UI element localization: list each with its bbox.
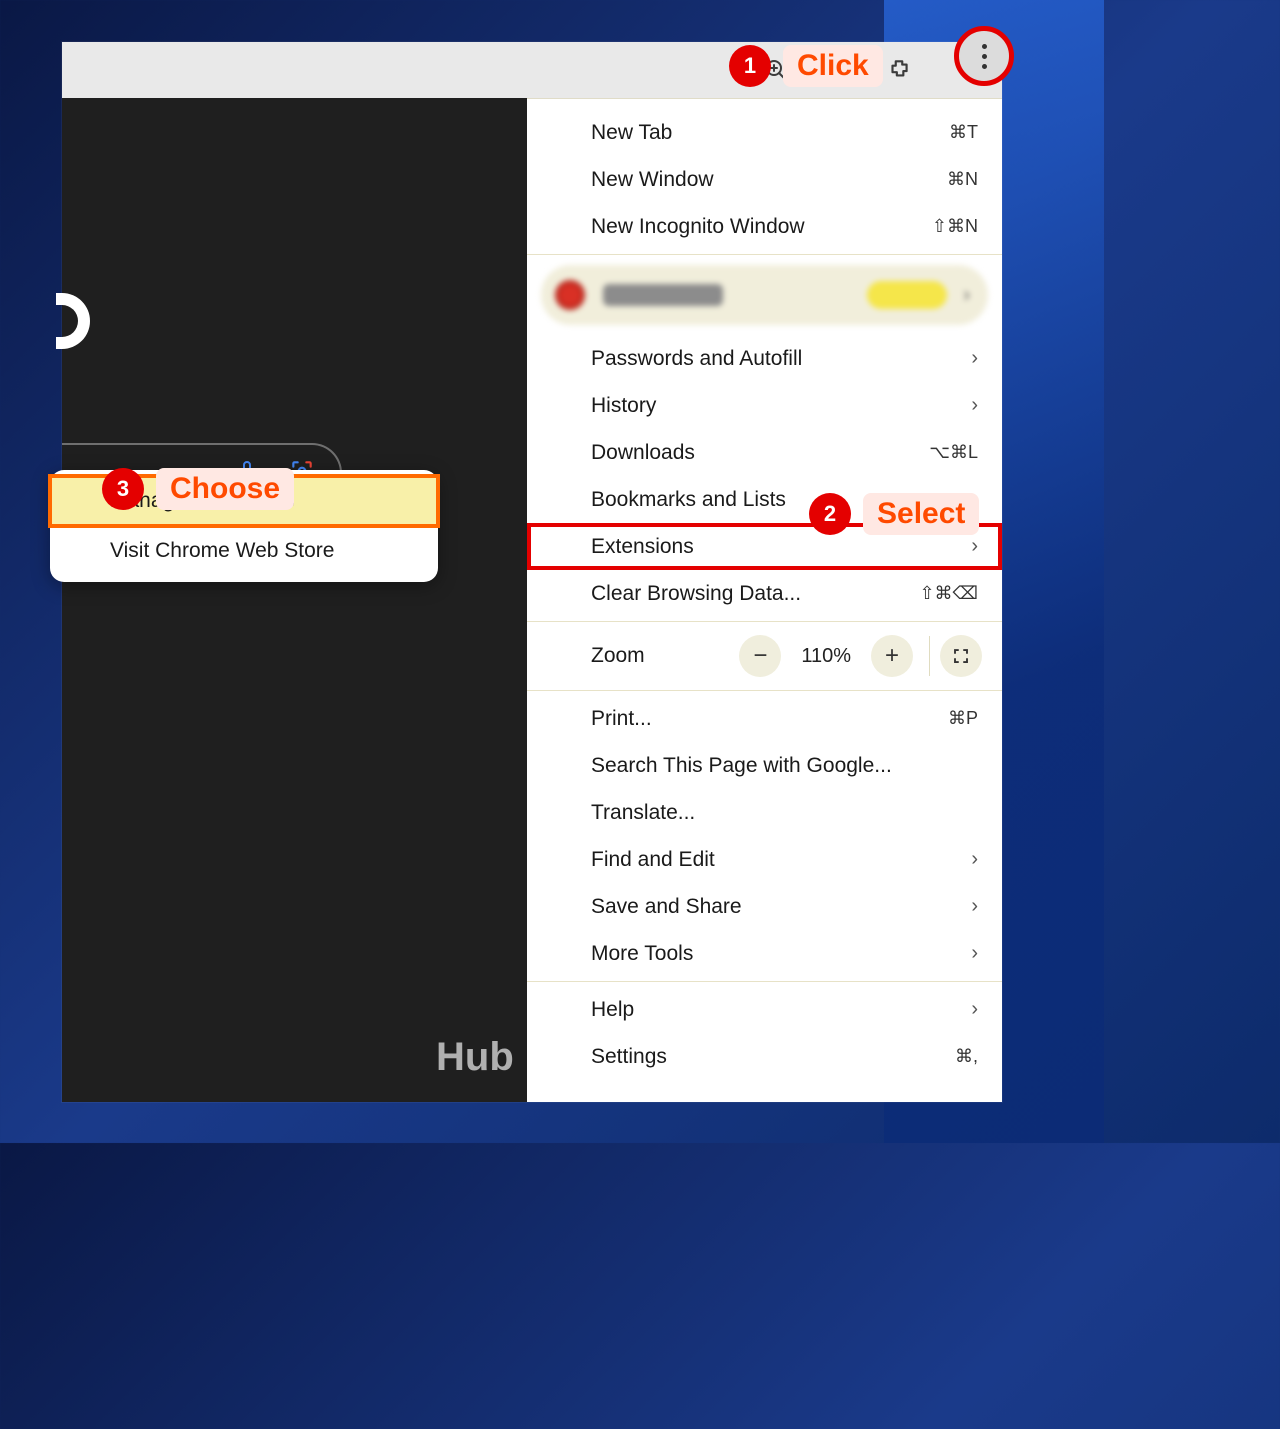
menu-separator (527, 254, 1002, 255)
menu-label: History (591, 394, 971, 418)
menu-label: Extensions (591, 535, 971, 559)
callout-text: Click (783, 45, 883, 87)
menu-translate[interactable]: Translate... (527, 789, 1002, 836)
callout-number: 1 (729, 45, 771, 87)
google-icon (551, 755, 591, 777)
menu-label: Print... (591, 707, 948, 731)
menu-new-window[interactable]: New Window ⌘N (527, 156, 1002, 203)
menu-label: Passwords and Autofill (591, 347, 971, 371)
profile-badge-blurred (867, 281, 947, 309)
menu-separator (527, 621, 1002, 622)
zoom-label: Zoom (591, 644, 645, 668)
extensions-icon (551, 536, 591, 558)
menu-shortcut: ⌘, (955, 1046, 978, 1067)
menu-label: Clear Browsing Data... (591, 582, 919, 606)
menu-settings[interactable]: Settings ⌘, (527, 1033, 1002, 1080)
menu-clear-data[interactable]: Clear Browsing Data... ⇧⌘⌫ (527, 570, 1002, 617)
menu-shortcut: ⌘P (948, 708, 978, 729)
menu-label: Save and Share (591, 895, 971, 919)
zoom-in-button[interactable]: + (871, 635, 913, 677)
menu-label: Search This Page with Google... (591, 754, 978, 778)
menu-find-edit[interactable]: Find and Edit › (527, 836, 1002, 883)
download-icon (551, 442, 591, 464)
menu-search-google[interactable]: Search This Page with Google... (527, 742, 1002, 789)
profile-name-blurred (603, 284, 723, 306)
menu-label: Find and Edit (591, 848, 971, 872)
menu-label: New Window (591, 168, 947, 192)
menu-incognito[interactable]: New Incognito Window ⇧⌘N (527, 203, 1002, 250)
profile-row[interactable]: › (541, 265, 988, 325)
zoom-icon (551, 642, 591, 670)
menu-new-tab[interactable]: New Tab ⌘T (527, 109, 1002, 156)
print-icon (551, 708, 591, 730)
menu-shortcut: ⌥⌘L (929, 442, 978, 463)
chevron-right-icon: › (971, 895, 978, 918)
incognito-icon (551, 216, 591, 238)
menu-passwords[interactable]: Passwords and Autofill › (527, 335, 1002, 382)
chevron-right-icon: › (971, 942, 978, 965)
menu-label: New Tab (591, 121, 949, 145)
fullscreen-button[interactable] (940, 635, 982, 677)
toolbox-icon (551, 943, 591, 965)
web-store-icon (70, 537, 110, 565)
divider (929, 636, 930, 676)
tab-icon (551, 122, 591, 144)
chevron-right-icon: › (971, 347, 978, 370)
menu-label: Translate... (591, 801, 978, 825)
menu-history[interactable]: History › (527, 382, 1002, 429)
translate-icon (551, 802, 591, 824)
menu-save-share[interactable]: Save and Share › (527, 883, 1002, 930)
logo-fragment (56, 293, 90, 349)
menu-zoom: Zoom − 110% + (527, 626, 1002, 686)
menu-label: Settings (591, 1045, 955, 1069)
more-menu-button[interactable] (954, 26, 1014, 86)
star-icon (551, 489, 591, 511)
gear-icon (551, 1046, 591, 1068)
find-icon (551, 849, 591, 871)
chevron-right-icon: › (971, 535, 978, 558)
menu-shortcut: ⌘T (949, 122, 978, 143)
trash-icon (551, 583, 591, 605)
menu-label: Help (591, 998, 971, 1022)
extensions-icon[interactable] (884, 55, 914, 85)
callout-text: Select (863, 493, 979, 535)
chevron-right-icon: › (971, 848, 978, 871)
menu-separator (527, 981, 1002, 982)
submenu-label: Visit Chrome Web Store (110, 539, 334, 563)
menu-shortcut: ⇧⌘N (932, 216, 978, 237)
menu-label: Downloads (591, 441, 929, 465)
callout-1: 1 Click (729, 45, 883, 87)
zoom-value: 110% (801, 645, 851, 668)
menu-shortcut: ⌘N (947, 169, 978, 190)
window-icon (551, 169, 591, 191)
menu-separator (527, 690, 1002, 691)
chevron-right-icon: › (971, 394, 978, 417)
menu-print[interactable]: Print... ⌘P (527, 695, 1002, 742)
chevron-right-icon: › (963, 284, 970, 307)
callout-text: Choose (156, 468, 294, 510)
submenu-web-store[interactable]: Visit Chrome Web Store (50, 526, 438, 576)
chevron-right-icon: › (971, 998, 978, 1021)
key-icon (551, 348, 591, 370)
history-icon (551, 395, 591, 417)
menu-help[interactable]: Help › (527, 986, 1002, 1033)
watermark: Hub (436, 1035, 514, 1080)
callout-number: 3 (102, 468, 144, 510)
callout-3: 3 Choose (102, 468, 294, 510)
save-icon (551, 896, 591, 918)
help-icon (551, 999, 591, 1021)
menu-shortcut: ⇧⌘⌫ (919, 583, 978, 604)
menu-more-tools[interactable]: More Tools › (527, 930, 1002, 977)
callout-2: 2 Select (809, 493, 979, 535)
menu-downloads[interactable]: Downloads ⌥⌘L (527, 429, 1002, 476)
menu-label: More Tools (591, 942, 971, 966)
menu-label: New Incognito Window (591, 215, 932, 239)
avatar (555, 280, 585, 310)
zoom-out-button[interactable]: − (739, 635, 781, 677)
chrome-main-menu: New Tab ⌘T New Window ⌘N New Incognito W… (527, 98, 1002, 1102)
more-vert-icon (982, 44, 987, 69)
callout-number: 2 (809, 493, 851, 535)
